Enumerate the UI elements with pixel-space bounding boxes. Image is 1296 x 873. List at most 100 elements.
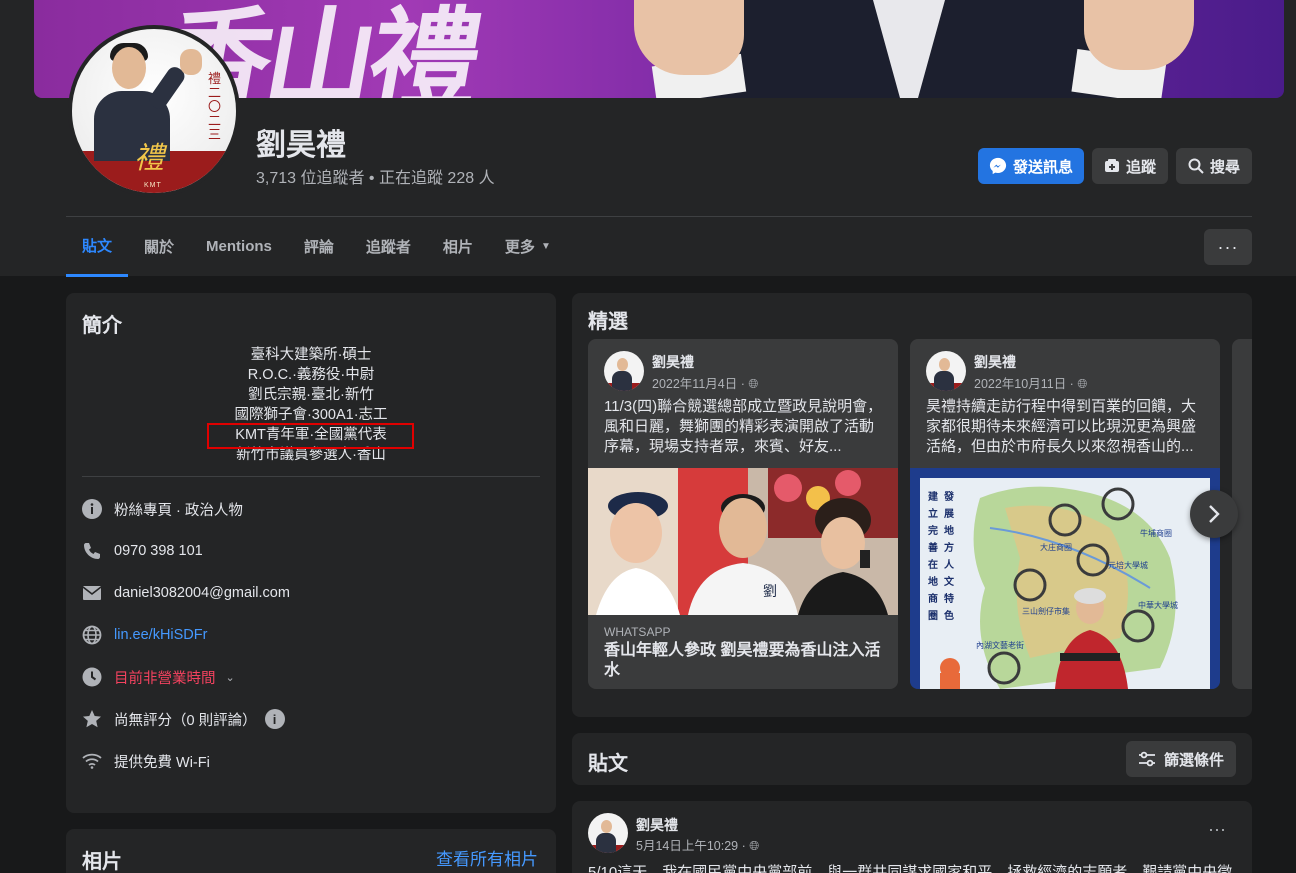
avatar-seal: 禮: [134, 141, 164, 176]
posts-title: 貼文: [588, 753, 628, 775]
filter-button[interactable]: 篩選條件: [1125, 741, 1236, 777]
hours-row[interactable]: 目前非營業時間 ⌄: [82, 665, 235, 689]
bio-line: R.O.C.·義務役·中尉: [247, 367, 375, 383]
photos-title: 相片: [82, 851, 122, 873]
map-label: 三山劍仔市集: [1022, 606, 1070, 616]
featured-title: 精選: [588, 311, 628, 333]
tab-label: 評論: [303, 238, 334, 256]
featured-post-2[interactable]: 劉昊禮 2022年10月11日 · 🌐︎ 昊禮持續走訪行程中得到百業的回饋，大家…: [910, 339, 1220, 689]
carousel-next-button[interactable]: [1190, 490, 1238, 538]
svg-text:劉: 劉: [763, 584, 777, 600]
mail-icon: [82, 583, 102, 603]
featured-card: 精選 劉昊禮 2022年11月4日 · 🌐︎ 11/3(四)聯合競選總部成立暨政…: [572, 293, 1252, 717]
tab-followers[interactable]: 追蹤者: [350, 217, 427, 275]
featured-post-1[interactable]: 劉昊禮 2022年11月4日 · 🌐︎ 11/3(四)聯合競選總部成立暨政見說明…: [588, 339, 898, 689]
svg-text:地: 地: [944, 524, 954, 537]
svg-text:在: 在: [928, 558, 938, 571]
filter-label: 篩選條件: [1163, 751, 1224, 769]
search-icon: [1188, 158, 1204, 174]
intro-title: 簡介: [82, 315, 122, 337]
map-label: 牛埔商圈: [1140, 528, 1172, 538]
svg-text:圈: 圈: [928, 610, 938, 622]
category-text: 粉絲專頁 · 政治人物: [114, 502, 243, 519]
tab-about[interactable]: 關於: [128, 217, 190, 275]
svg-text:展: 展: [944, 508, 954, 520]
info-icon[interactable]: i: [264, 709, 285, 729]
post-author[interactable]: 劉昊禮: [636, 815, 678, 835]
svg-text:人: 人: [944, 558, 955, 571]
globe-icon: 🌐︎: [748, 377, 759, 391]
wifi-row: 提供免費 Wi-Fi: [82, 749, 210, 773]
follow-icon: [1104, 159, 1119, 172]
post-text: 昊禮持續走訪行程中得到百業的回饋，大家都很期待未來經濟可以比現況更為興盛活絡，但…: [926, 398, 1197, 455]
profile-avatar[interactable]: 禮二〇二三 禮 KMT: [68, 25, 240, 197]
map-label: 中華大學城: [1138, 600, 1178, 610]
tab-label: 關於: [144, 238, 175, 256]
link-source: WHATSAPP: [604, 625, 671, 639]
post-date[interactable]: 5月14日上午10:29 · 🌐︎: [636, 835, 759, 854]
link-headline[interactable]: 香山年輕人參政 劉昊禮要為香山注入活水: [604, 641, 884, 681]
tab-posts[interactable]: 貼文: [66, 217, 129, 277]
follow-label: 追蹤: [1125, 158, 1156, 176]
map-label: 內湖文藝老街: [976, 640, 1024, 650]
svg-text:方: 方: [944, 541, 954, 554]
send-message-button[interactable]: 發送訊息: [978, 148, 1084, 184]
post-date[interactable]: 2022年11月4日 · 🌐︎: [652, 373, 758, 392]
tab-more[interactable]: 更多 ▼: [489, 217, 567, 275]
globe-icon: 🌐︎: [1077, 377, 1088, 391]
see-all-photos-link[interactable]: 查看所有相片: [436, 845, 538, 870]
profile-follow-stats[interactable]: 3,713 位追蹤者 • 正在追蹤 228 人: [256, 164, 495, 188]
phone-text: 0970 398 101: [114, 543, 203, 559]
map-label: 元培大學城: [1108, 560, 1148, 570]
svg-text:完: 完: [928, 524, 938, 537]
author-avatar[interactable]: [604, 351, 644, 391]
wifi-icon: [82, 751, 102, 771]
post-date-text: 5月14日上午10:29 ·: [636, 839, 746, 853]
star-icon: [82, 709, 102, 729]
post-author[interactable]: 劉昊禮: [974, 352, 1016, 372]
phone-row: 0970 398 101: [82, 539, 203, 563]
post-options-button[interactable]: ···: [1208, 819, 1226, 840]
post-map-image[interactable]: 牛埔商圈 大庄商圈 元培大學城 中華大學城 三山劍仔市集 內湖文藝老街 建立完善…: [910, 468, 1220, 689]
svg-text:發: 發: [943, 490, 954, 503]
posts-header-card: 貼文 篩選條件: [572, 733, 1252, 785]
phone-icon: [82, 541, 102, 561]
category-row: 粉絲專頁 · 政治人物: [82, 497, 243, 521]
svg-text:商: 商: [928, 592, 938, 605]
svg-text:建: 建: [927, 490, 939, 503]
rating-row: 尚無評分（0 則評論） i: [82, 707, 285, 731]
website-link[interactable]: lin.ee/kHiSDFr: [114, 627, 207, 643]
follow-button[interactable]: 追蹤: [1092, 148, 1168, 184]
messenger-icon: [989, 157, 1007, 175]
tab-label: Mentions: [206, 237, 272, 255]
post-text: 11/3(四)聯合競選總部成立暨政見說明會，風和日麗，舞獅團的精彩表演開啟了活動…: [604, 398, 883, 455]
cover-person-image: [614, 0, 1234, 98]
post-text: 5/10這天，我在國民黨中央黨部前，與一群共同謀求國家和平、拯救經濟的志願者，艱…: [588, 864, 1233, 873]
avatar-brand: KMT: [144, 182, 162, 189]
author-avatar[interactable]: [926, 351, 966, 391]
avatar-vertical-text: 禮二〇二三: [208, 72, 222, 143]
more-options-button[interactable]: ···: [1204, 229, 1252, 265]
tab-mentions[interactable]: Mentions: [190, 217, 288, 275]
post-author[interactable]: 劉昊禮: [652, 352, 694, 372]
svg-text:地: 地: [928, 575, 938, 588]
tab-reviews[interactable]: 評論: [288, 217, 350, 275]
map-label: 大庄商圈: [1040, 542, 1072, 552]
search-button[interactable]: 搜尋: [1176, 148, 1252, 184]
chevron-right-icon: [1209, 505, 1220, 523]
tab-photos[interactable]: 相片: [427, 217, 489, 275]
wifi-text: 提供免費 Wi-Fi: [114, 754, 210, 771]
bio-line: 臺科大建築所·碩士: [250, 347, 372, 363]
email-text: daniel3082004@gmail.com: [114, 585, 290, 601]
author-avatar[interactable]: [588, 813, 628, 853]
post-photo[interactable]: 劉: [588, 468, 898, 615]
filter-icon: [1138, 751, 1155, 767]
svg-text:立: 立: [928, 507, 938, 520]
bio-line: 國際獅子會·300A1·志工: [234, 407, 388, 423]
photos-card: 相片 查看所有相片: [66, 829, 556, 873]
post-date-text: 2022年10月11日 ·: [974, 377, 1074, 391]
post-date[interactable]: 2022年10月11日 · 🌐︎: [974, 373, 1087, 392]
email-row: daniel3082004@gmail.com: [82, 581, 290, 605]
svg-text:特: 特: [944, 592, 954, 605]
clock-icon: [82, 667, 102, 687]
